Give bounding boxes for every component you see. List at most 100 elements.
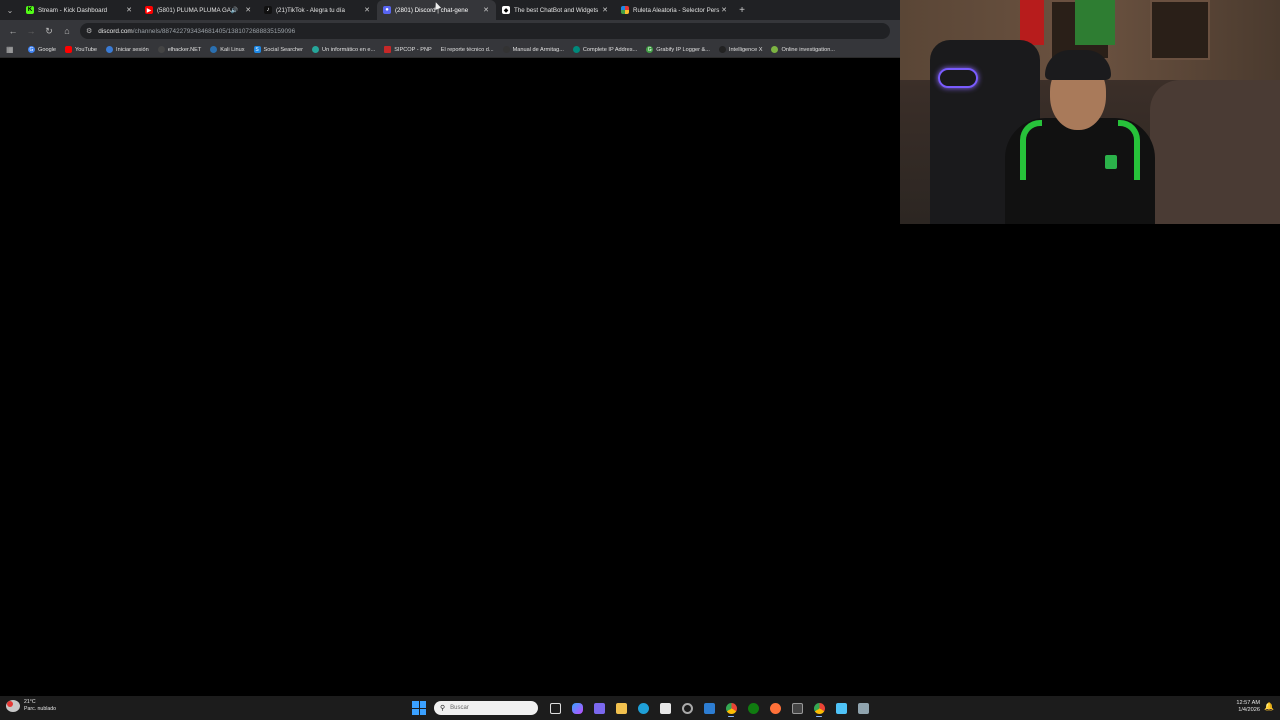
url-path: /channels/887422793434681405/13810726888… — [132, 27, 296, 35]
xbox-icon[interactable] — [742, 698, 764, 718]
kick-icon: K — [26, 6, 34, 14]
bookmark-label: Online investigation... — [781, 46, 835, 53]
bookmarks-bar: ▦ G Google YouTube Iniciar sesión elhacke… — [0, 42, 900, 58]
youtube-icon — [65, 46, 73, 53]
bookmark-elhacker[interactable]: elhacker.NET — [157, 46, 202, 53]
url-host: discord.com — [98, 27, 133, 35]
windows-start-icon[interactable] — [412, 701, 426, 715]
firefox-icon[interactable] — [764, 698, 786, 718]
bookmark-label: Manual de Armitag... — [512, 46, 564, 53]
task-view-icon[interactable] — [544, 698, 566, 718]
webcam-poster — [1075, 0, 1115, 45]
discord-icon: ● — [383, 6, 391, 14]
bookmark-label: YouTube — [75, 46, 98, 53]
webcam-neon-sign — [938, 68, 978, 88]
chatbot-icon: ◆ — [502, 6, 510, 14]
globe-icon — [312, 46, 320, 53]
tab-title: (21)TikTok - Alegra tu día — [276, 6, 345, 14]
notepad-icon[interactable] — [830, 698, 852, 718]
screen: ⌄ K Stream - Kick Dashboard ✕ ▶ (5801) P… — [0, 0, 1280, 720]
bookmark-label: Kali Linux — [220, 46, 245, 53]
notification-bell-icon[interactable]: 🔔 — [1264, 702, 1274, 711]
login-icon — [106, 46, 114, 53]
bookmark-informatico[interactable]: Un informático en e... — [312, 46, 375, 53]
grabify-icon: G — [646, 46, 654, 53]
bookmark-grabify[interactable]: G Grabify IP Logger &... — [646, 46, 710, 53]
bookmark-youtube[interactable]: YouTube — [65, 46, 97, 53]
tab-tiktok[interactable]: ♪ (21)TikTok - Alegra tu día ✕ — [258, 0, 377, 20]
globe-icon — [572, 46, 580, 53]
close-icon[interactable]: ✕ — [244, 6, 252, 14]
close-icon[interactable]: ✕ — [601, 6, 609, 14]
search-placeholder: Buscar — [450, 705, 469, 711]
taskbar-apps: ⚲ Buscar — [412, 698, 874, 718]
tab-strip: ⌄ K Stream - Kick Dashboard ✕ ▶ (5801) P… — [0, 0, 900, 20]
file-explorer-icon[interactable] — [610, 698, 632, 718]
new-tab-button[interactable]: + — [734, 0, 750, 20]
apps-grid-icon[interactable]: ▦ — [6, 45, 20, 54]
page-content — [0, 59, 900, 696]
intelligence-x-icon — [718, 46, 726, 53]
system-clock[interactable]: 12:57 AM 1/4/2026 — [1236, 700, 1260, 714]
sipcop-icon — [384, 46, 392, 53]
bookmark-reporte-tecnico[interactable]: El reporte técnico d... — [441, 47, 494, 53]
bookmark-label: El reporte técnico d... — [440, 46, 494, 53]
tab-title: Ruleta Aleatoria - Selector Pers — [633, 6, 720, 14]
teams-icon[interactable] — [588, 698, 610, 718]
clock-date: 1/4/2026 — [1238, 707, 1260, 713]
webcam-sofa — [1150, 80, 1280, 224]
close-icon[interactable]: ✕ — [125, 6, 133, 14]
bookmark-google[interactable]: G Google — [28, 46, 56, 53]
speaker-icon[interactable]: 🔊 — [231, 7, 238, 14]
back-arrow-icon[interactable]: ← — [4, 22, 22, 40]
windows-taskbar: 21°C Parc. nublado ⚲ Buscar 12:57 AM 1/4… — [0, 696, 1280, 720]
armitage-icon — [502, 46, 510, 53]
media-app-icon[interactable] — [786, 698, 808, 718]
bookmark-iniciar-sesion[interactable]: Iniciar sesión — [106, 46, 149, 53]
bookmark-social-searcher[interactable]: S Social Searcher — [253, 46, 303, 53]
bookmark-complete-ip[interactable]: Complete IP Addres... — [572, 46, 638, 53]
site-info-icon[interactable]: ⚙ — [86, 27, 92, 35]
settings-gear-icon[interactable] — [676, 698, 698, 718]
copilot-icon[interactable] — [566, 698, 588, 718]
taskbar-search-box[interactable]: ⚲ Buscar — [434, 701, 538, 715]
forward-arrow-icon[interactable]: → — [22, 22, 40, 40]
bookmark-manual-armitage[interactable]: Manual de Armitag... — [502, 46, 564, 53]
close-icon[interactable]: ✕ — [720, 6, 728, 14]
tab-youtube[interactable]: ▶ (5801) PLUMA PLUMA GAY 🔊 ✕ — [139, 0, 258, 20]
address-bar[interactable]: ⚙ discord.com/channels/88742279343468140… — [80, 23, 890, 39]
close-icon[interactable]: ✕ — [363, 6, 371, 14]
bookmark-sipcop[interactable]: SIPCOP - PNP — [384, 46, 432, 53]
social-searcher-icon: S — [253, 46, 261, 53]
bookmark-label: elhacker.NET — [167, 46, 202, 53]
home-icon[interactable]: ⌂ — [58, 22, 76, 40]
tab-kick-dashboard[interactable]: K Stream - Kick Dashboard ✕ — [20, 0, 139, 20]
webcam-person-cap — [1045, 50, 1111, 80]
bookmark-online-investigation[interactable]: Online investigation... — [771, 46, 835, 53]
tab-chatbot[interactable]: ◆ The best ChatBot and Widgets ✕ — [496, 0, 615, 20]
tab-ruleta[interactable]: Ruleta Aleatoria - Selector Pers ✕ — [615, 0, 734, 20]
bookmark-intelligence-x[interactable]: Intelligence X — [718, 46, 762, 53]
bookmark-label: Google — [38, 46, 57, 53]
browser-toolbar: ← → ↻ ⌂ ⚙ discord.com/channels/887422793… — [0, 20, 900, 42]
tab-search-chevron-icon[interactable]: ⌄ — [0, 0, 20, 20]
close-icon[interactable]: ✕ — [482, 6, 490, 14]
webcam-shirt-stripe — [1118, 120, 1140, 180]
bookmark-label: Complete IP Addres... — [582, 46, 638, 53]
bookmark-kali-linux[interactable]: Kali Linux — [210, 46, 245, 53]
elhacker-icon — [157, 46, 165, 53]
edge-icon[interactable] — [632, 698, 654, 718]
bookmark-label: Grabify IP Logger &... — [656, 46, 710, 53]
vscode-icon[interactable] — [698, 698, 720, 718]
reload-icon[interactable]: ↻ — [40, 22, 58, 40]
weather-description: Parc. nublado — [24, 705, 57, 712]
store-icon[interactable] — [654, 698, 676, 718]
bookmark-label: SIPCOP - PNP — [394, 46, 432, 53]
google-icon: G — [28, 46, 35, 53]
calculator-icon[interactable] — [852, 698, 874, 718]
chrome-profile-icon[interactable] — [808, 698, 830, 718]
webcam-shirt-badge — [1105, 155, 1117, 169]
chrome-icon[interactable] — [720, 698, 742, 718]
weather-widget[interactable]: 21°C Parc. nublado — [6, 699, 56, 712]
tiktok-icon: ♪ — [264, 6, 272, 14]
